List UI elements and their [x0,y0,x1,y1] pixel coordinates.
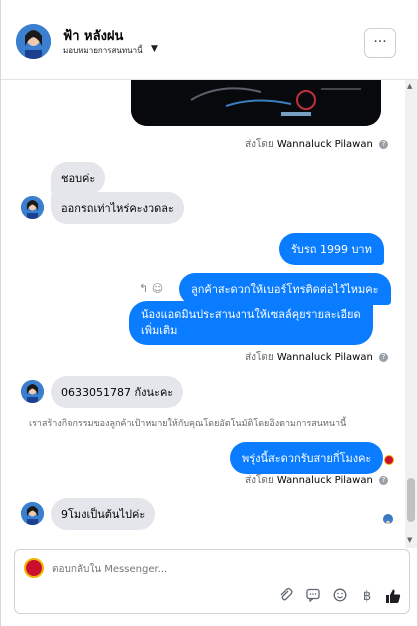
sent-by-label: ส่งโดย Wannaluck Pilawan ? [245,137,388,152]
avatar[interactable] [16,24,51,59]
messenger-panel: ฟ้า หลังฝน มอบหมายการสนทนานี้ ▼ ··· ส่งโ… [0,0,418,626]
avatar[interactable] [21,196,44,219]
quick-reply-icon[interactable] [304,588,322,606]
system-note: เราสร้างกิจกรรมของลูกค้าเป้าหมายให้กับคุ… [29,419,347,429]
sender-name: Wannaluck Pilawan [276,139,373,150]
contact-name: ฟ้า หลังฝน [63,29,124,44]
sent-by-label: ส่งโดย Wannaluck Pilawan ? [245,350,388,365]
assign-conversation-link[interactable]: มอบหมายการสนทนานี้ [63,44,143,57]
sender-name: Wannaluck Pilawan [276,475,373,486]
sent-by-prefix: ส่งโดย [245,352,274,363]
read-receipt-avatar [383,514,393,524]
sent-by-label: ส่งโดย Wannaluck Pilawan ? [245,473,388,488]
scrollbar-thumb[interactable] [407,478,415,522]
seen-indicator-icon [384,455,394,465]
scroll-down-icon[interactable]: ▼ [407,536,412,544]
outgoing-message[interactable]: น้องแอดมินประสานงานให้เซลล์คุยรายละเอียด… [129,301,373,345]
info-icon[interactable]: ? [379,139,388,149]
currency-icon[interactable]: ฿ [358,588,376,606]
scroll-up-icon[interactable]: ▲ [407,82,412,90]
more-options-button[interactable]: ··· [364,28,396,58]
incoming-message[interactable]: ชอบค่ะ [51,162,106,194]
avatar[interactable] [21,502,44,525]
sent-by-prefix: ส่งโดย [245,475,274,486]
sender-name: Wannaluck Pilawan [276,352,373,363]
message-actions: ↰ ☺ [139,282,163,295]
like-icon[interactable] [384,588,402,606]
reply-input[interactable] [52,560,392,578]
incoming-message[interactable]: 9โมงเป็นต้นไปค่ะ [51,498,156,530]
image-attachment[interactable] [131,80,381,126]
info-icon[interactable]: ? [379,352,388,362]
attach-icon[interactable] [277,587,295,606]
emoji-icon[interactable]: ☺ [152,282,163,295]
conversation-header: ฟ้า หลังฝน มอบหมายการสนทนานี้ ▼ ··· [1,0,418,80]
emoji-icon[interactable] [331,588,349,606]
message-composer: ฿ [14,549,410,614]
message-line: เพิ่มเติม [141,324,178,337]
reply-icon[interactable]: ↰ [139,282,148,295]
page-logo [24,558,44,578]
incoming-message[interactable]: ออกรถเท่าไหร่คะงวดละ [51,192,184,224]
message-line: น้องแอดมินประสานงานให้เซลล์คุยรายละเอียด [141,308,361,321]
outgoing-message[interactable]: รับรถ 1999 บาท [279,233,384,265]
incoming-message[interactable]: 0633051787 กังนะคะ [51,376,184,408]
chevron-down-icon[interactable]: ▼ [151,44,158,54]
info-icon[interactable]: ? [379,475,388,485]
sent-by-prefix: ส่งโดย [245,139,274,150]
outgoing-message[interactable]: พรุ่งนี้สะดวกรับสายกี่โมงคะ [230,442,384,474]
avatar[interactable] [21,380,44,403]
